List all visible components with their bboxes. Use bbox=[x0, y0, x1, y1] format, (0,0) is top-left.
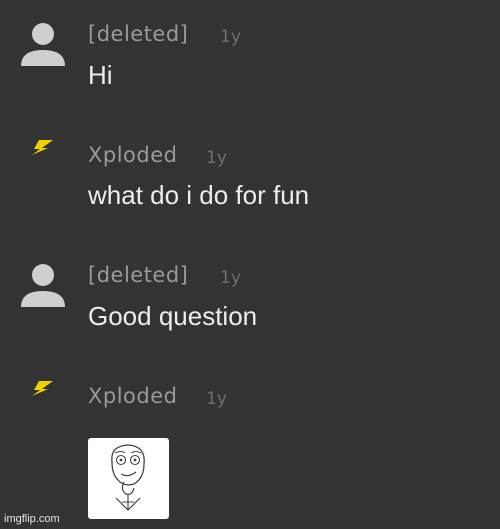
comment-text: what do i do for fun bbox=[88, 180, 310, 210]
comment-timestamp: 1y bbox=[206, 389, 227, 409]
comment-timestamp: 1y bbox=[220, 268, 241, 288]
comment-text: Hi bbox=[88, 60, 113, 90]
default-user-icon[interactable] bbox=[20, 263, 66, 309]
comment-timestamp: 1y bbox=[220, 27, 241, 47]
lightning-bolt-icon[interactable] bbox=[28, 137, 58, 157]
comment-username[interactable]: Xploded bbox=[88, 143, 177, 167]
comment-text: Good question bbox=[88, 301, 258, 331]
lightning-bolt-icon[interactable] bbox=[28, 378, 58, 398]
comment-username[interactable]: [deleted] bbox=[88, 263, 188, 287]
comment-username[interactable]: Xploded bbox=[88, 384, 177, 408]
imgflip-watermark: imgflip.com bbox=[4, 513, 60, 525]
comment-username[interactable]: [deleted] bbox=[88, 22, 188, 46]
default-user-icon[interactable] bbox=[20, 22, 66, 68]
comment-timestamp: 1y bbox=[206, 148, 227, 168]
challenge-accepted-meme-image[interactable] bbox=[88, 438, 169, 519]
